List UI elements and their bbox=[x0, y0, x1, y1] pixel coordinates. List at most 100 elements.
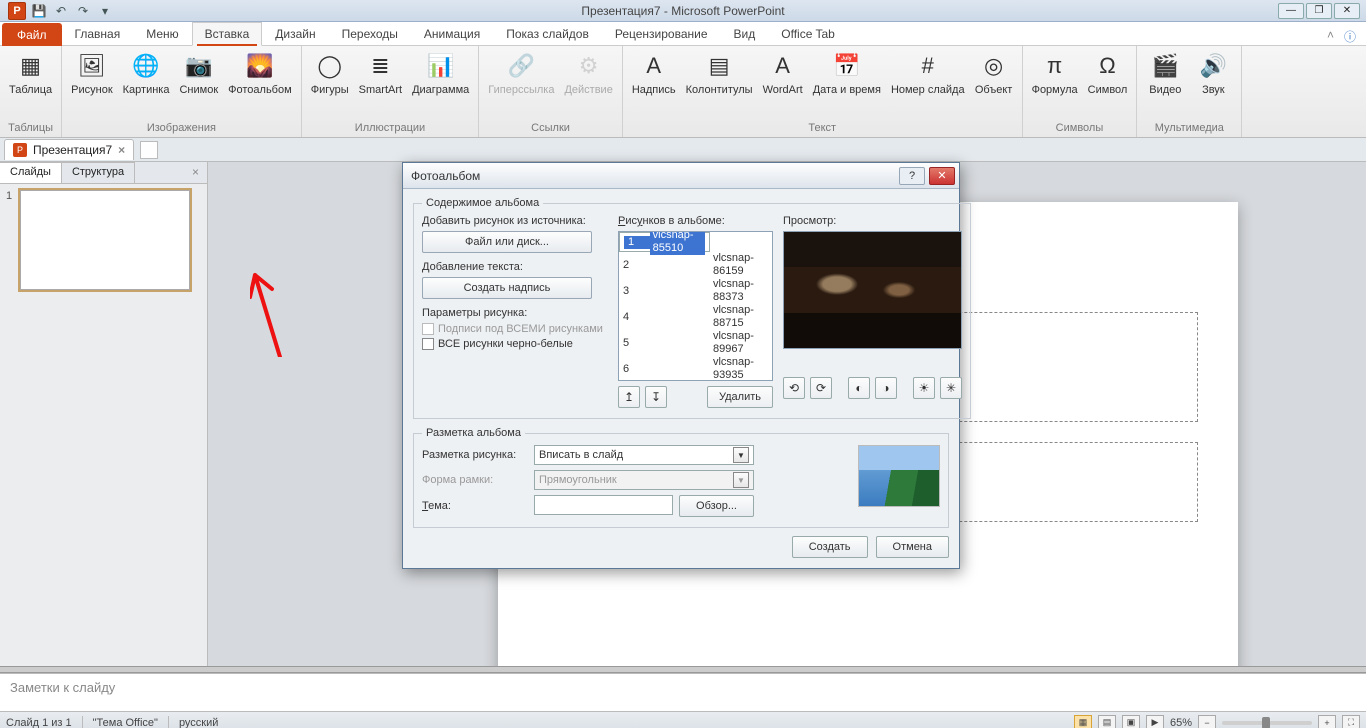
fit-view-button[interactable]: ⛶ bbox=[1342, 715, 1360, 728]
picture-layout-select[interactable]: Вписать в слайд▼ bbox=[534, 445, 754, 465]
list-item[interactable]: 5vlcsnap-89967 bbox=[619, 330, 772, 356]
shapes-button[interactable]: ◯Фигуры bbox=[306, 48, 354, 98]
headerfooter-icon: ▤ bbox=[703, 50, 735, 82]
brightness-up-button[interactable]: ☀ bbox=[913, 377, 935, 399]
chevron-down-icon: ▼ bbox=[733, 447, 749, 463]
redo-icon[interactable]: ↷ bbox=[74, 2, 92, 20]
document-tab[interactable]: P Презентация7 × bbox=[4, 139, 134, 160]
pane-tab-slides[interactable]: Слайды bbox=[0, 162, 62, 183]
textbox-icon: A bbox=[638, 50, 670, 82]
symbol-button[interactable]: ΩСимвол bbox=[1083, 48, 1133, 98]
ribbon-group: πФормулаΩСимволСимволы bbox=[1023, 46, 1138, 137]
create-caption-button[interactable]: Создать надпись bbox=[422, 277, 592, 299]
close-tab-icon[interactable]: × bbox=[118, 143, 125, 157]
object-button[interactable]: ◎Объект bbox=[970, 48, 1018, 98]
new-document-icon[interactable] bbox=[140, 141, 158, 159]
picture-button[interactable]: 🖼Рисунок bbox=[66, 48, 118, 98]
move-up-button[interactable]: ↥ bbox=[618, 386, 640, 408]
slide-thumbnail[interactable] bbox=[20, 190, 190, 290]
file-or-disk-button[interactable]: Файл или диск... bbox=[422, 231, 592, 253]
video-icon: 🎬 bbox=[1149, 50, 1181, 82]
pane-close-icon[interactable]: × bbox=[184, 162, 207, 183]
action-icon: ⚙ bbox=[573, 50, 605, 82]
list-item[interactable]: 4vlcsnap-88715 bbox=[619, 304, 772, 330]
dialog-close-button[interactable]: ✕ bbox=[929, 167, 955, 185]
delete-button[interactable]: Удалить bbox=[707, 386, 773, 408]
hyperlink-icon: 🔗 bbox=[505, 50, 537, 82]
tab-file[interactable]: Файл bbox=[2, 23, 62, 46]
equation-button[interactable]: πФормула bbox=[1027, 48, 1083, 98]
status-language[interactable]: русский bbox=[179, 717, 218, 728]
tab-показ слайдов[interactable]: Показ слайдов bbox=[493, 22, 602, 46]
textbox-button[interactable]: AНадпись bbox=[627, 48, 681, 98]
headerfooter-button[interactable]: ▤Колонтитулы bbox=[681, 48, 758, 98]
slidenum-button[interactable]: #Номер слайда bbox=[886, 48, 970, 98]
theme-input[interactable] bbox=[534, 495, 673, 515]
add-text-label: Добавление текста: bbox=[422, 261, 608, 273]
chart-button[interactable]: 📊Диаграмма bbox=[407, 48, 474, 98]
tab-вставка[interactable]: Вставка bbox=[192, 22, 263, 46]
undo-icon[interactable]: ↶ bbox=[52, 2, 70, 20]
status-bar: Слайд 1 из 1 "Тема Office" русский ▦ ▤ ▣… bbox=[0, 711, 1366, 728]
list-item[interactable]: 2vlcsnap-86159 bbox=[619, 252, 772, 278]
list-item[interactable]: 3vlcsnap-88373 bbox=[619, 278, 772, 304]
slideshow-view-button[interactable]: ▶ bbox=[1146, 715, 1164, 728]
powerpoint-logo-icon: P bbox=[8, 2, 26, 20]
video-button[interactable]: 🎬Видео bbox=[1141, 48, 1189, 98]
smartart-button[interactable]: ≣SmartArt bbox=[354, 48, 407, 98]
rotate-right-button[interactable]: ⟳ bbox=[810, 377, 832, 399]
pictures-listbox[interactable]: 1vlcsnap-855102vlcsnap-861593vlcsnap-883… bbox=[618, 231, 773, 381]
reading-view-button[interactable]: ▣ bbox=[1122, 715, 1140, 728]
picture-layout-label: Разметка рисунка: bbox=[422, 449, 528, 461]
audio-button[interactable]: 🔊Звук bbox=[1189, 48, 1237, 98]
normal-view-button[interactable]: ▦ bbox=[1074, 715, 1092, 728]
maximize-button[interactable]: ❐ bbox=[1306, 3, 1332, 19]
cancel-button[interactable]: Отмена bbox=[876, 536, 949, 558]
close-window-button[interactable]: ✕ bbox=[1334, 3, 1360, 19]
notes-splitter[interactable] bbox=[0, 666, 1366, 673]
screenshot-button[interactable]: 📷Снимок bbox=[174, 48, 223, 98]
photoalbum-button[interactable]: 🌄Фотоальбом bbox=[223, 48, 297, 98]
ribbon-group: 🎬Видео🔊ЗвукМультимедиа bbox=[1137, 46, 1242, 137]
tab-переходы[interactable]: Переходы bbox=[329, 22, 411, 46]
help-icon[interactable]: ⓘ bbox=[1344, 28, 1356, 45]
zoom-out-button[interactable]: − bbox=[1198, 715, 1216, 728]
zoom-in-button[interactable]: + bbox=[1318, 715, 1336, 728]
tab-главная[interactable]: Главная bbox=[62, 22, 134, 46]
move-down-button[interactable]: ↧ bbox=[645, 386, 667, 408]
title-bar: P 💾 ↶ ↷ ▾ Презентация7 - Microsoft Power… bbox=[0, 0, 1366, 22]
list-item[interactable]: 1vlcsnap-85510 bbox=[619, 232, 710, 252]
list-item[interactable]: 6vlcsnap-93935 bbox=[619, 356, 772, 381]
picture-options-label: Параметры рисунка: bbox=[422, 307, 608, 319]
dialog-help-button[interactable]: ? bbox=[899, 167, 925, 185]
brightness-down-button[interactable]: ✳ bbox=[940, 377, 962, 399]
datetime-button[interactable]: 📅Дата и время bbox=[808, 48, 886, 98]
workspace: Слайды Структура × 1 Фотоальбом ? ✕ bbox=[0, 162, 1366, 666]
preview-image bbox=[784, 232, 961, 348]
clipart-button[interactable]: 🌐Картинка bbox=[118, 48, 175, 98]
tab-меню[interactable]: Меню bbox=[133, 22, 191, 46]
table-button[interactable]: ▦Таблица bbox=[4, 48, 57, 98]
ribbon-minimize-icon[interactable]: ˄ bbox=[1327, 28, 1334, 45]
tab-вид[interactable]: Вид bbox=[721, 22, 769, 46]
contrast-down-button[interactable]: ◑ bbox=[875, 377, 897, 399]
tab-дизайн[interactable]: Дизайн bbox=[262, 22, 328, 46]
notes-pane[interactable]: Заметки к слайду bbox=[0, 673, 1366, 711]
album-content-legend: Содержимое альбома bbox=[422, 197, 543, 209]
tab-office tab[interactable]: Office Tab bbox=[768, 22, 848, 46]
create-button[interactable]: Создать bbox=[792, 536, 868, 558]
wordart-button[interactable]: AWordArt bbox=[758, 48, 808, 98]
contrast-up-button[interactable]: ◐ bbox=[848, 377, 870, 399]
blackwhite-checkbox[interactable]: ВСЕ рисунки черно-белые bbox=[422, 338, 608, 350]
tab-анимация[interactable]: Анимация bbox=[411, 22, 493, 46]
dialog-titlebar[interactable]: Фотоальбом ? ✕ bbox=[403, 163, 959, 189]
rotate-left-button[interactable]: ⟲ bbox=[783, 377, 805, 399]
sorter-view-button[interactable]: ▤ bbox=[1098, 715, 1116, 728]
browse-button[interactable]: Обзор... bbox=[679, 495, 754, 517]
qat-dropdown-icon[interactable]: ▾ bbox=[96, 2, 114, 20]
save-icon[interactable]: 💾 bbox=[30, 2, 48, 20]
minimize-button[interactable]: — bbox=[1278, 3, 1304, 19]
pane-tab-outline[interactable]: Структура bbox=[62, 162, 135, 183]
zoom-slider[interactable] bbox=[1222, 721, 1312, 725]
tab-рецензирование[interactable]: Рецензирование bbox=[602, 22, 721, 46]
